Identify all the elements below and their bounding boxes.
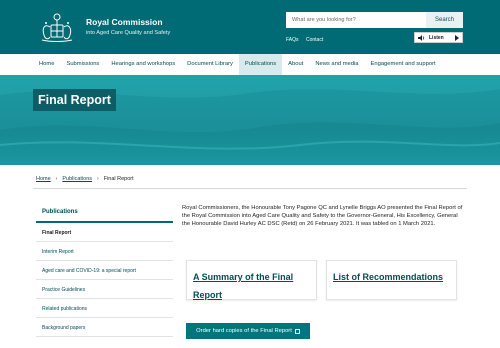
breadcrumb-publications[interactable]: Publications: [62, 176, 92, 182]
nav-item-hearings[interactable]: Hearings and workshops: [105, 54, 181, 75]
divider: [33, 188, 467, 189]
order-hard-copies-button[interactable]: Order hard copies of the Final Report: [186, 323, 310, 339]
listen-label: Listen: [429, 34, 444, 41]
brand-subtitle[interactable]: into Aged Care Quality and Safety: [86, 30, 170, 36]
external-link-icon: [294, 328, 300, 334]
sidebar-item-practice-guidelines[interactable]: Practice Guidelines: [36, 280, 173, 299]
sidebar-nav: Publications Final Report Interim Report…: [36, 200, 173, 337]
search-button[interactable]: Search: [426, 12, 463, 28]
order-button-label: Order hard copies of the Final Report: [196, 328, 292, 334]
nav-item-publications[interactable]: Publications: [238, 54, 283, 75]
speaker-icon: [418, 34, 425, 41]
contact-link[interactable]: Contact: [306, 37, 323, 43]
play-icon: [455, 34, 459, 41]
nav-item-document-library[interactable]: Document Library: [181, 54, 239, 75]
breadcrumb: Home › Publications › Final Report: [36, 176, 134, 182]
nav-item-about[interactable]: About: [282, 54, 309, 75]
recommendations-card[interactable]: List of Recommendations: [326, 260, 457, 300]
site-header: Royal Commission into Aged Care Quality …: [0, 0, 500, 54]
sidebar-item-background-papers[interactable]: Background papers: [36, 318, 173, 337]
search-input[interactable]: [286, 12, 426, 28]
nav-item-submissions[interactable]: Submissions: [60, 54, 105, 75]
brand-title[interactable]: Royal Commission: [86, 17, 163, 27]
sidebar-heading[interactable]: Publications: [36, 200, 173, 223]
page-title: Final Report: [33, 89, 116, 111]
intro-paragraph: Royal Commissioners, the Honourable Tony…: [182, 205, 463, 227]
nav-item-home[interactable]: Home: [33, 54, 60, 75]
faqs-link[interactable]: FAQs: [286, 37, 299, 43]
chevron-right-icon: ›: [97, 176, 99, 182]
summary-link[interactable]: A Summary of the Final Report: [193, 272, 293, 300]
crest-logo-icon[interactable]: [36, 9, 78, 45]
sidebar-item-final-report[interactable]: Final Report: [36, 223, 173, 242]
breadcrumb-current: Final Report: [103, 176, 134, 182]
breadcrumb-home[interactable]: Home: [36, 176, 51, 182]
sidebar-item-covid-report[interactable]: Aged care and COVID-19: a special report: [36, 261, 173, 280]
nav-item-news[interactable]: News and media: [309, 54, 364, 75]
chevron-right-icon: ›: [55, 176, 58, 182]
sidebar-item-interim-report[interactable]: Interim Report: [36, 242, 173, 261]
listen-button[interactable]: Listen: [414, 32, 463, 43]
sidebar-item-related-publications[interactable]: Related publications: [36, 299, 173, 318]
recommendations-link[interactable]: List of Recommendations: [333, 272, 443, 282]
summary-card[interactable]: A Summary of the Final Report: [186, 260, 317, 300]
nav-item-engagement[interactable]: Engagement and support: [365, 54, 442, 75]
main-nav: Home Submissions Hearings and workshops …: [33, 54, 467, 75]
